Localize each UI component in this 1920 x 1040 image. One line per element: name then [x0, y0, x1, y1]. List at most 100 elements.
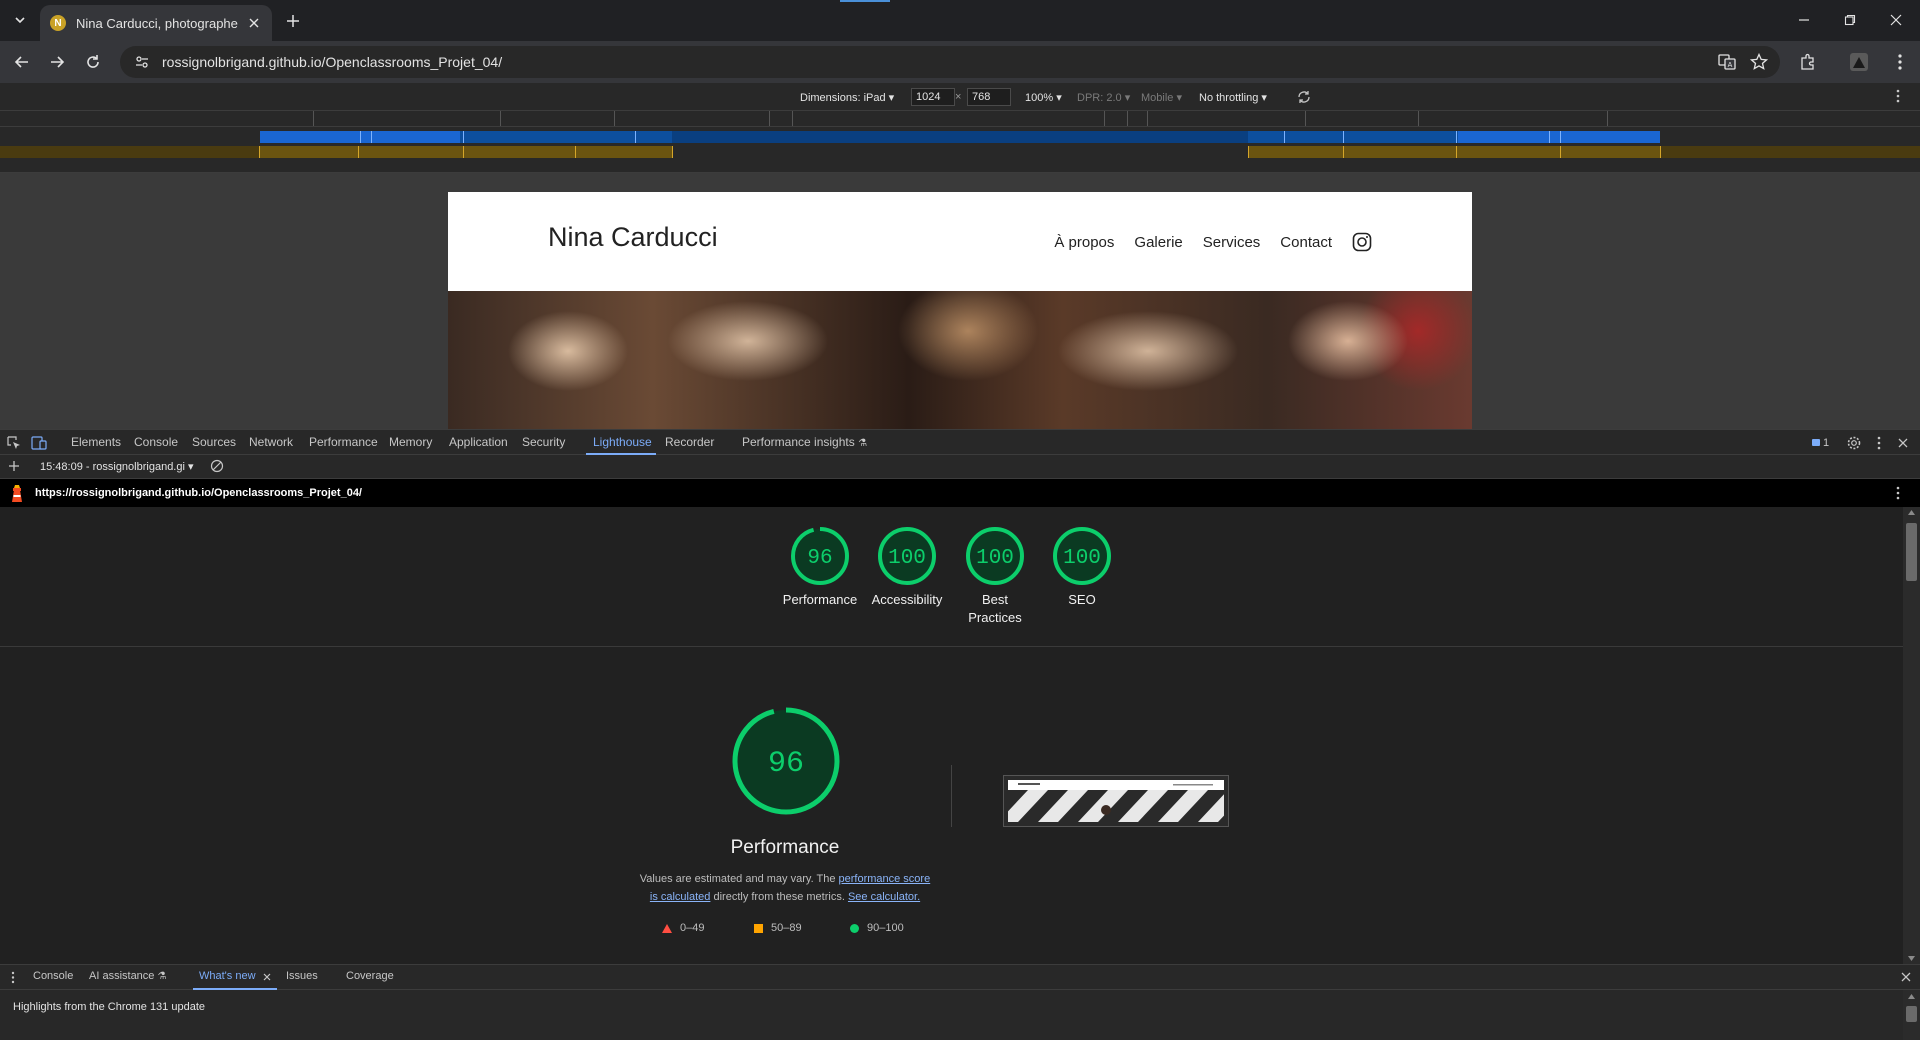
legend-average-label: 50–89: [771, 922, 802, 934]
site-info-icon[interactable]: [134, 54, 150, 70]
more-vertical-icon: [1896, 89, 1900, 103]
avatar-icon: [1850, 53, 1868, 71]
profile-button[interactable]: [1847, 50, 1871, 74]
tab-recorder[interactable]: Recorder: [665, 435, 714, 449]
new-report-button[interactable]: [7, 459, 21, 473]
reload-button[interactable]: [79, 48, 107, 76]
minimize-button[interactable]: [1781, 0, 1827, 40]
score-gauge-ring: 96: [791, 527, 849, 585]
device-toolbar-toggle[interactable]: [31, 435, 47, 451]
restore-button[interactable]: [1827, 0, 1873, 40]
back-button[interactable]: [8, 48, 36, 76]
devtools-settings-button[interactable]: [1846, 435, 1862, 451]
tab-sources[interactable]: Sources: [192, 435, 236, 449]
max-width-bar[interactable]: [0, 131, 1920, 143]
nav-link-contact[interactable]: Contact: [1280, 234, 1332, 251]
inspect-element-button[interactable]: [6, 435, 22, 451]
tab-title: Nina Carducci, photographe: [76, 15, 238, 31]
legend-fail: 0–49: [662, 922, 704, 934]
zoom-label: 100%: [1025, 92, 1054, 104]
height-input[interactable]: 768: [967, 88, 1011, 106]
browser-menu-button[interactable]: [1888, 50, 1912, 74]
score-gauge-performance[interactable]: 96 Performance: [780, 525, 860, 609]
final-screenshot-thumbnail[interactable]: [1003, 775, 1229, 827]
devtools-close-button[interactable]: [1895, 435, 1911, 451]
drawer-tab-coverage[interactable]: Coverage: [346, 970, 394, 982]
report-scrollbar[interactable]: [1903, 507, 1920, 964]
tab-network[interactable]: Network: [249, 435, 293, 449]
arrow-right-icon: [51, 56, 65, 68]
new-tab-button[interactable]: [281, 9, 305, 33]
rotate-button[interactable]: [1296, 89, 1312, 105]
see-calculator-link[interactable]: See calculator.: [848, 891, 920, 903]
score-gauge-accessibility[interactable]: 100 Accessibility: [867, 525, 947, 609]
bookmark-button[interactable]: [1747, 50, 1771, 74]
issue-icon: [1811, 439, 1820, 446]
tab-elements[interactable]: Elements: [71, 435, 121, 449]
min-width-bar[interactable]: [0, 146, 1920, 158]
performance-main-score: 96: [768, 747, 804, 781]
arrow-left-icon: [14, 56, 28, 68]
tab-performance[interactable]: Performance: [309, 435, 378, 449]
device-toolbar-menu[interactable]: [1896, 89, 1900, 103]
score-gauge-seo[interactable]: 100 SEO: [1042, 525, 1122, 609]
issues-count: 1: [1822, 437, 1830, 449]
drawer-tab-console[interactable]: Console: [33, 970, 73, 982]
url-text: rossignolbrigand.github.io/Openclassroom…: [162, 54, 503, 70]
drawer-scrollbar-thumb[interactable]: [1906, 1006, 1917, 1022]
report-selector[interactable]: 15:48:09 - rossignolbrigand.gi ▾: [40, 460, 194, 473]
throttling-dropdown[interactable]: No throttling ▾: [1199, 91, 1267, 104]
puzzle-icon: [1801, 53, 1814, 70]
tab-console[interactable]: Console: [134, 435, 178, 449]
close-icon: [249, 18, 259, 28]
drawer-menu-button[interactable]: [11, 971, 15, 984]
report-menu-button[interactable]: [1896, 486, 1900, 500]
drawer-tab-ai-assistance[interactable]: AI assistance ⚗: [89, 970, 166, 982]
address-bar[interactable]: rossignolbrigand.github.io/Openclassroom…: [120, 46, 1780, 78]
devtools-menu-button[interactable]: [1871, 435, 1887, 451]
device-mode-dropdown[interactable]: Mobile ▾: [1141, 91, 1182, 104]
square-icon: [754, 923, 763, 933]
drawer-tab-issues[interactable]: Issues: [286, 970, 318, 982]
score-gauge-ring: 100: [1053, 527, 1111, 585]
browser-tab-active[interactable]: N Nina Carducci, photographe: [40, 5, 272, 41]
drawer-tab-bar: Console AI assistance ⚗ What's new Issue…: [0, 964, 1920, 990]
more-vertical-icon: [11, 971, 15, 984]
dpr-dropdown[interactable]: DPR: 2.0 ▾: [1077, 91, 1130, 104]
drawer-tab-close-button[interactable]: [263, 973, 271, 981]
drawer-scrollbar[interactable]: [1903, 990, 1920, 1040]
tab-memory[interactable]: Memory: [389, 435, 432, 449]
window-close-button[interactable]: [1873, 0, 1919, 40]
nav-link-gallery[interactable]: Galerie: [1134, 234, 1182, 251]
forward-button[interactable]: [43, 48, 71, 76]
drawer-close-button[interactable]: [1901, 972, 1911, 982]
width-input[interactable]: 1024: [911, 88, 955, 106]
tab-search-button[interactable]: [8, 8, 32, 32]
dimensions-dropdown[interactable]: Dimensions: iPad ▾: [800, 91, 894, 104]
drawer-tab-whats-new[interactable]: What's new: [199, 970, 256, 982]
instagram-link[interactable]: [1352, 232, 1372, 252]
flask-icon: ⚗: [157, 971, 167, 982]
scrollbar-thumb[interactable]: [1906, 523, 1917, 581]
clear-reports-button[interactable]: [210, 459, 224, 473]
zoom-dropdown[interactable]: 100% ▾: [1025, 91, 1062, 104]
nav-link-services[interactable]: Services: [1203, 234, 1261, 251]
tab-lighthouse[interactable]: Lighthouse: [593, 435, 652, 449]
browser-tab-strip: N Nina Carducci, photographe: [0, 0, 1920, 41]
device-mode-label: Mobile: [1141, 92, 1174, 104]
tab-performance-insights[interactable]: Performance insights ⚗: [742, 435, 867, 449]
nav-link-about[interactable]: À propos: [1054, 234, 1114, 251]
tab-close-button[interactable]: [246, 15, 262, 31]
tab-performance-insights-label: Performance insights: [742, 435, 855, 449]
tab-security[interactable]: Security: [522, 435, 565, 449]
extensions-button[interactable]: [1796, 50, 1820, 74]
inspect-icon: [7, 436, 20, 449]
site-logo[interactable]: Nina Carducci: [548, 222, 718, 253]
score-gauge-best-practices[interactable]: 100 Best Practices: [955, 525, 1035, 627]
translate-button[interactable]: A: [1715, 50, 1739, 74]
score-gauge-ring: 100: [878, 527, 936, 585]
report-url[interactable]: https://rossignolbrigand.github.io/Openc…: [35, 487, 362, 499]
lighthouse-logo-icon: [10, 485, 24, 502]
issues-counter[interactable]: 1: [1809, 435, 1831, 451]
tab-application[interactable]: Application: [449, 435, 508, 449]
